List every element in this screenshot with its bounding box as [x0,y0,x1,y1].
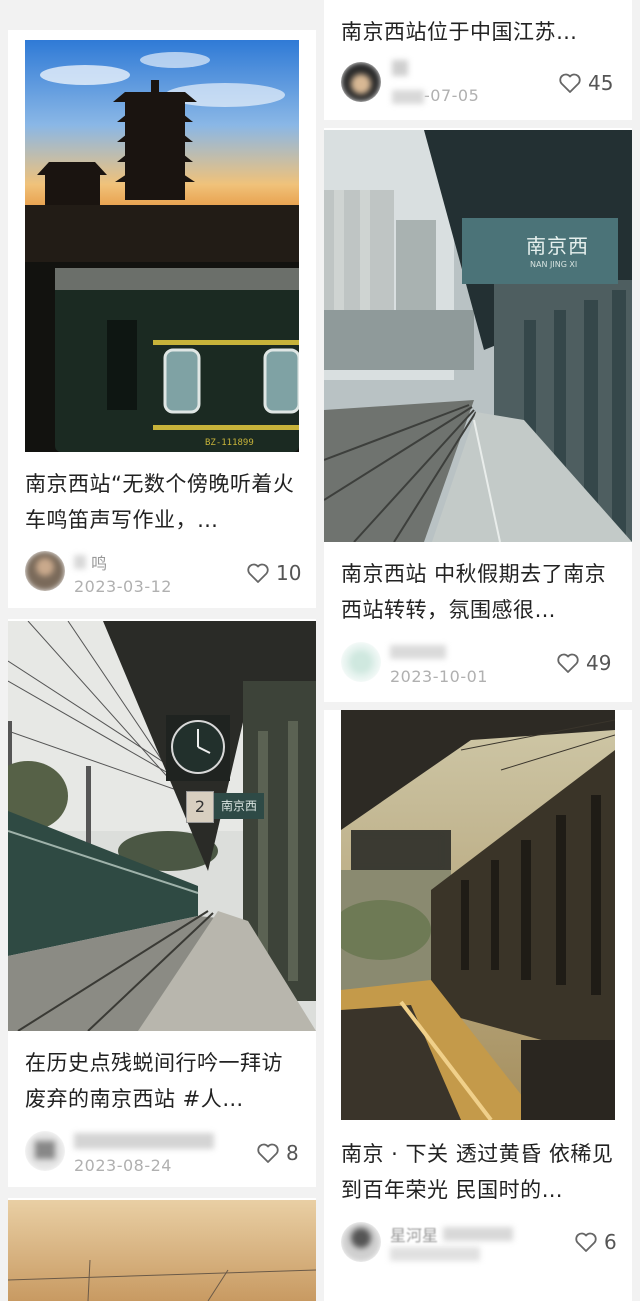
like-button[interactable]: 10 [246,561,301,585]
train-plate-text: BZ-111899 [205,438,254,448]
card-title[interactable]: 南京 · 下关 透过黄昏 依稀见到百年荣光 民国时的… [341,1136,621,1208]
feed-card-1[interactable]: BZ-111899 南京西站“无数个傍晚听着火车鸣笛声写作业，… 鸣 2023-… [8,30,316,608]
feed-card-6[interactable]: 南京 · 下关 透过黄昏 依稀见到百年荣光 民国时的… 星河星 6 [324,710,632,1301]
heart-outline-icon [575,1232,597,1252]
feed-card-3[interactable]: 2 南京西 在历史点残蜕间行吟一拜访废弃的南京西站 #人… 2023-08-24… [8,619,316,1187]
like-count: 6 [604,1230,617,1254]
avatar[interactable] [341,642,381,682]
heart-outline-icon [557,653,579,673]
username[interactable] [74,1133,214,1153]
card-photo-sunset[interactable] [8,1200,316,1301]
platform-sign-blurred [355,836,441,866]
username-masked [443,1227,514,1241]
heart-outline-icon [559,73,581,93]
like-button[interactable]: 49 [556,651,611,675]
post-date [390,1246,480,1265]
username[interactable] [390,644,446,663]
card-photo-station-sign[interactable]: 南京西 NAN JING XI [324,130,632,542]
like-count: 45 [588,71,614,95]
like-count: 49 [586,651,612,675]
card-photo-platform-clock[interactable]: 2 南京西 [8,621,316,1031]
post-date: 2023-10-01 [390,667,488,686]
date-masked [392,89,424,104]
avatar[interactable] [341,62,381,102]
post-date: 2023-08-24 [74,1156,172,1175]
username[interactable]: 鸣 [74,550,107,574]
platform-station-sign: 南京西 [214,793,264,819]
like-button[interactable]: 6 [574,1230,617,1254]
like-button[interactable]: 8 [256,1141,299,1165]
avatar[interactable] [25,551,65,591]
username-masked [392,60,408,76]
card-title[interactable]: 南京西站 中秋假期去了南京西站转转，氛围感很… [341,556,621,628]
card-photo-golden-train[interactable] [341,710,615,1120]
platform-number-sign: 2 [186,791,214,823]
feed-card-2[interactable]: 南京西站位于中国江苏… -07-05 45 [324,0,632,120]
like-button[interactable]: 45 [558,71,613,95]
card-photo-pagoda-train[interactable]: BZ-111899 [25,40,299,452]
card-title[interactable]: 南京西站位于中国江苏… [341,14,621,50]
like-count: 8 [286,1141,299,1165]
username-masked [74,1133,214,1149]
username[interactable] [392,60,408,80]
avatar[interactable] [25,1131,65,1171]
like-count: 10 [276,561,302,585]
avatar[interactable] [341,1222,381,1262]
heart-outline-icon [247,563,269,583]
username-masked [390,645,446,659]
feed-card-5-partial[interactable] [8,1198,316,1301]
username-masked [74,555,86,569]
date-masked [390,1247,480,1261]
username[interactable]: 星河星 [390,1222,514,1246]
card-title[interactable]: 南京西站“无数个傍晚听着火车鸣笛声写作业，… [25,466,299,538]
feed-card-4[interactable]: 南京西 NAN JING XI 南京西站 中秋假期去了南京西站转转，氛围感很… … [324,128,632,702]
station-sign-pinyin: NAN JING XI [530,260,578,269]
post-date: -07-05 [392,86,479,105]
heart-outline-icon [257,1143,279,1163]
post-date: 2023-03-12 [74,577,172,596]
card-title[interactable]: 在历史点残蜕间行吟一拜访废弃的南京西站 #人… [25,1045,299,1117]
station-sign-text: 南京西 [526,234,589,258]
